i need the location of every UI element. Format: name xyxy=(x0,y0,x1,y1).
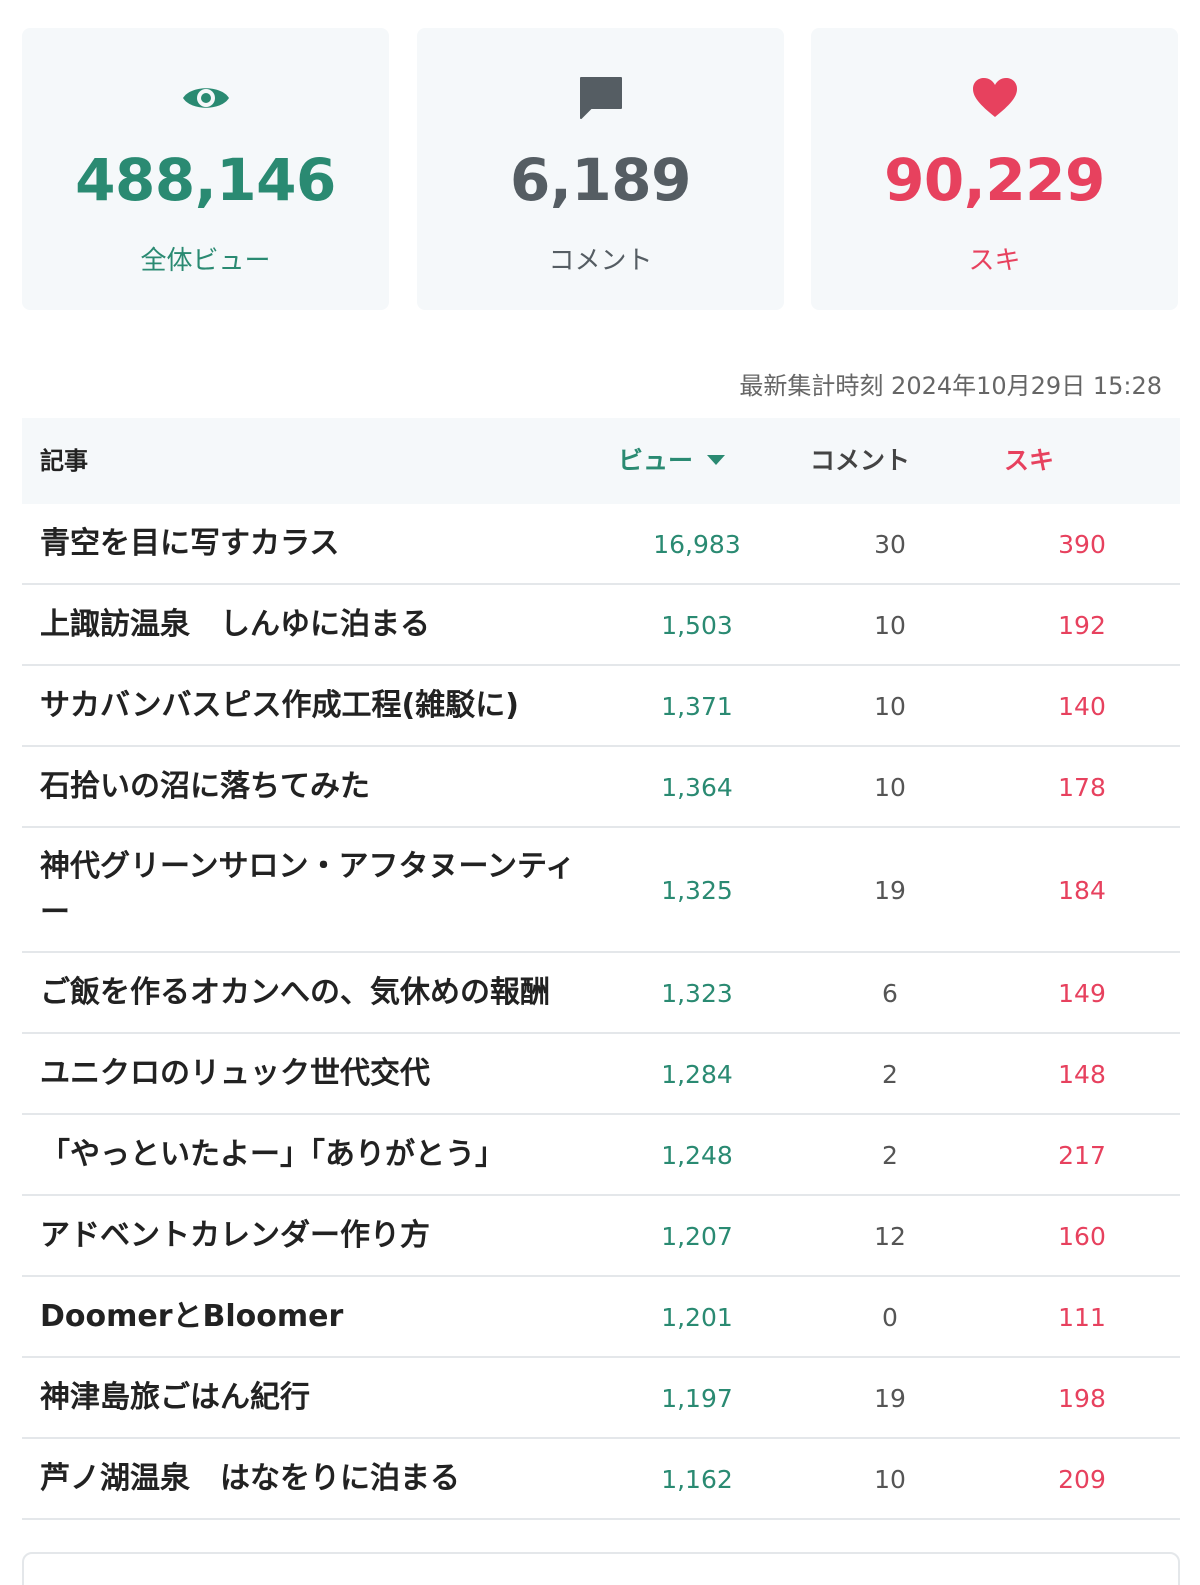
article-likes-count: 217 xyxy=(1058,1140,1106,1170)
article-title-link[interactable]: 神津島旅ごはん紀行 xyxy=(40,1375,580,1421)
article-views-count: 1,207 xyxy=(661,1221,733,1251)
article-comments-count: 2 xyxy=(882,1140,898,1170)
article-views-count: 1,248 xyxy=(661,1140,733,1170)
header-views-label: ビュー xyxy=(618,446,694,475)
article-comments-count: 6 xyxy=(882,978,898,1008)
table-row[interactable]: 石拾いの沼に落ちてみた 1,364 10 178 xyxy=(22,747,1180,828)
comments-card: 6,189 コメント xyxy=(417,28,784,310)
article-views-count: 1,162 xyxy=(661,1464,733,1494)
articles-table: 記事 ビュー コメント スキ 青空を目に写すカラス 16,983 30 390 上諏訪温… xyxy=(22,418,1180,1520)
article-comments-count: 19 xyxy=(874,875,906,905)
article-comments-count: 12 xyxy=(874,1221,906,1251)
article-comments-count: 2 xyxy=(882,1059,898,1089)
article-views-count: 1,197 xyxy=(661,1383,733,1413)
table-row[interactable]: 上諏訪温泉 しんゆに泊まる 1,503 10 192 xyxy=(22,585,1180,666)
total-comments-value: 6,189 xyxy=(510,146,691,214)
article-likes-count: 184 xyxy=(1058,875,1106,905)
article-views-count: 1,364 xyxy=(661,772,733,802)
header-article: 記事 xyxy=(40,447,88,475)
article-comments-count: 10 xyxy=(874,691,906,721)
article-likes-count: 160 xyxy=(1058,1221,1106,1251)
article-likes-count: 140 xyxy=(1058,691,1106,721)
table-row[interactable]: 神津島旅ごはん紀行 1,197 19 198 xyxy=(22,1358,1180,1439)
article-title-link[interactable]: ユニクロのリュック世代交代 xyxy=(40,1051,580,1097)
sort-down-icon xyxy=(707,455,726,465)
summary-cards: 488,146 全体ビュー 6,189 コメント 90,229 スキ xyxy=(22,28,1180,310)
table-body: 青空を目に写すカラス 16,983 30 390 上諏訪温泉 しんゆに泊まる 1,503 1… xyxy=(22,504,1180,1520)
article-comments-count: 10 xyxy=(874,772,906,802)
article-comments-count: 10 xyxy=(874,610,906,640)
table-row[interactable]: ユニクロのリュック世代交代 1,284 2 148 xyxy=(22,1034,1180,1115)
article-likes-count: 111 xyxy=(1058,1302,1106,1332)
table-row[interactable]: サカバンバスピス作成工程(雑駁に) 1,371 10 140 xyxy=(22,666,1180,747)
table-row[interactable]: 青空を目に写すカラス 16,983 30 390 xyxy=(22,504,1180,585)
comment-icon xyxy=(417,68,784,128)
last-updated-timestamp: 最新集計時刻 2024年10月29日 15:28 xyxy=(739,372,1162,400)
article-title-link[interactable]: 青空を目に写すカラス xyxy=(40,521,580,567)
article-title-link[interactable]: DoomerとBloomer xyxy=(40,1294,580,1340)
article-views-count: 16,983 xyxy=(653,529,741,559)
article-views-count: 1,503 xyxy=(661,610,733,640)
header-views-sort-button[interactable]: ビュー xyxy=(618,418,726,504)
heart-icon xyxy=(811,68,1178,128)
header-comments[interactable]: コメント xyxy=(810,418,910,504)
article-comments-count: 10 xyxy=(874,1464,906,1494)
table-row[interactable]: アドベントカレンダー作り方 1,207 12 160 xyxy=(22,1196,1180,1277)
article-title-link[interactable]: 「やっといたよー」「ありがとう」 xyxy=(40,1132,580,1178)
article-likes-count: 198 xyxy=(1058,1383,1106,1413)
article-title-link[interactable]: アドベントカレンダー作り方 xyxy=(40,1213,580,1259)
article-title-link[interactable]: 石拾いの沼に落ちてみた xyxy=(40,764,580,810)
article-views-count: 1,325 xyxy=(661,875,733,905)
table-row[interactable]: ご飯を作るオカンへの、気休めの報酬 1,323 6 149 xyxy=(22,953,1180,1034)
article-title-link[interactable]: 上諏訪温泉 しんゆに泊まる xyxy=(40,602,580,648)
total-comments-label: コメント xyxy=(548,246,653,276)
stats-page: 488,146 全体ビュー 6,189 コメント 90,229 スキ 最新集計時… xyxy=(0,0,1200,1585)
article-title-link[interactable]: サカバンバスピス作成工程(雑駁に) xyxy=(40,683,580,729)
table-row[interactable]: 芦ノ湖温泉 はなをりに泊まる 1,162 10 209 xyxy=(22,1439,1180,1520)
article-likes-count: 178 xyxy=(1058,772,1106,802)
eye-icon xyxy=(22,68,389,128)
table-header: 記事 ビュー コメント スキ xyxy=(22,418,1180,504)
table-row[interactable]: DoomerとBloomer 1,201 0 111 xyxy=(22,1277,1180,1358)
article-likes-count: 192 xyxy=(1058,610,1106,640)
article-title-link[interactable]: ご飯を作るオカンへの、気休めの報酬 xyxy=(40,970,580,1016)
views-card: 488,146 全体ビュー xyxy=(22,28,389,310)
article-views-count: 1,323 xyxy=(661,978,733,1008)
article-comments-count: 19 xyxy=(874,1383,906,1413)
total-views-value: 488,146 xyxy=(75,146,336,214)
total-views-label: 全体ビュー xyxy=(140,246,271,276)
article-title-link[interactable]: 神代グリーンサロン・アフタヌーンティー xyxy=(40,844,580,936)
total-likes-value: 90,229 xyxy=(884,146,1105,214)
article-likes-count: 148 xyxy=(1058,1059,1106,1089)
article-views-count: 1,201 xyxy=(661,1302,733,1332)
table-row[interactable]: 神代グリーンサロン・アフタヌーンティー 1,325 19 184 xyxy=(22,828,1180,953)
likes-card: 90,229 スキ xyxy=(811,28,1178,310)
article-views-count: 1,371 xyxy=(661,691,733,721)
article-likes-count: 149 xyxy=(1058,978,1106,1008)
article-views-count: 1,284 xyxy=(661,1059,733,1089)
article-title-link[interactable]: 芦ノ湖温泉 はなをりに泊まる xyxy=(40,1456,580,1502)
total-likes-label: スキ xyxy=(968,246,1021,276)
table-row[interactable]: 「やっといたよー」「ありがとう」 1,248 2 217 xyxy=(22,1115,1180,1196)
article-likes-count: 209 xyxy=(1058,1464,1106,1494)
header-likes[interactable]: スキ xyxy=(1004,418,1054,504)
article-likes-count: 390 xyxy=(1058,529,1106,559)
article-comments-count: 30 xyxy=(874,529,906,559)
bottom-panel xyxy=(22,1552,1180,1585)
article-comments-count: 0 xyxy=(882,1302,898,1332)
